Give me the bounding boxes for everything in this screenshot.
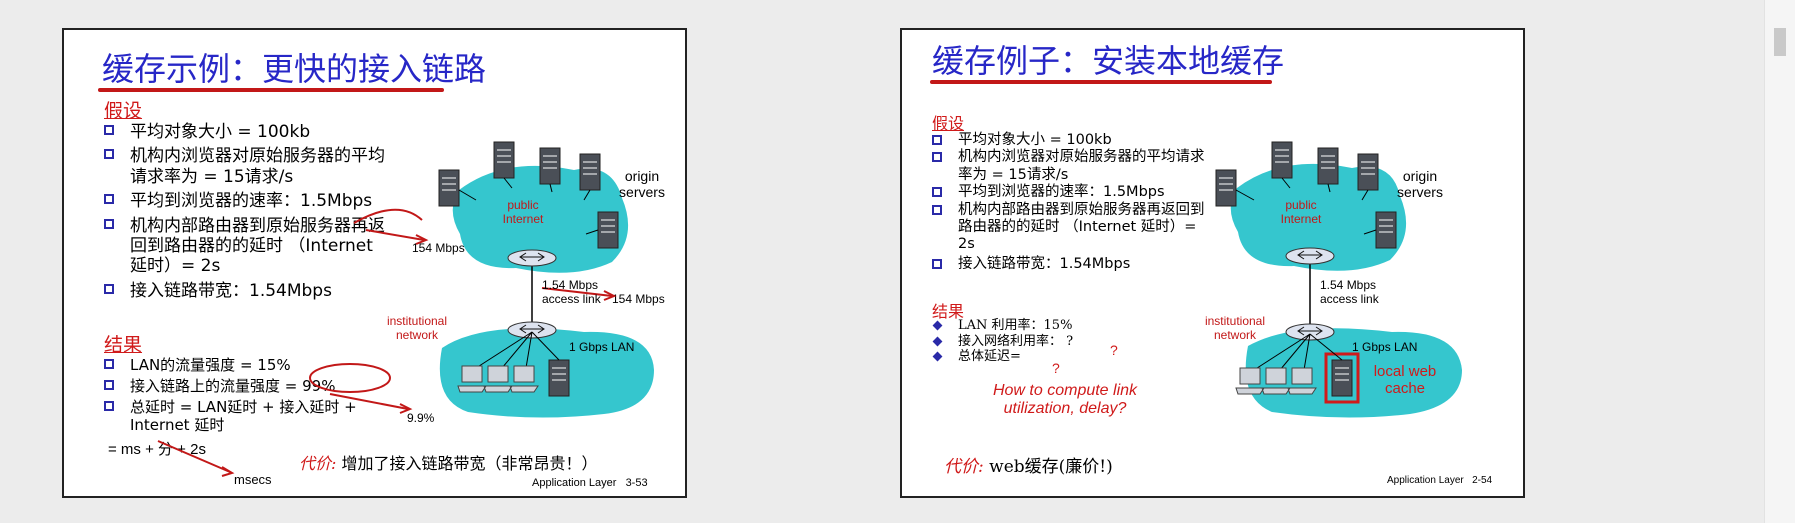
scrollbar-thumb[interactable] (1774, 28, 1786, 56)
router-icon (1285, 247, 1335, 265)
internet-label: public Internet (1280, 198, 1322, 226)
network-diagram (1215, 141, 1462, 418)
vertical-scrollbar[interactable] (1764, 0, 1795, 523)
origin-servers-label: origin servers (1397, 168, 1443, 200)
router-icon (507, 321, 557, 339)
network-diagram (157, 141, 654, 477)
computer-icon (457, 365, 539, 393)
local-web-cache-label: local web cache (1373, 363, 1437, 397)
institutional-network-label: institutional network (386, 314, 448, 342)
slide-2-54: 缓存例子：安装本地缓存 假设 平均对象大小 = 100kb 机构内浏览器对原始服… (900, 28, 1525, 498)
internet-label: public Internet (502, 198, 544, 226)
router-icon (507, 249, 557, 267)
access-link-label: 1.54 Mbps access link (542, 278, 601, 306)
institutional-network-label: institutional network (1204, 314, 1266, 342)
router-icon (1285, 323, 1335, 341)
access-link-label: 1.54 Mbps access link (1320, 278, 1379, 306)
lan-label: 1 Gbps LAN (569, 340, 635, 354)
computer-icon (1235, 367, 1317, 395)
origin-servers-label: origin servers (619, 168, 665, 200)
lan-label: 1 Gbps LAN (1352, 340, 1418, 354)
document-viewer: 缓存示例：更快的接入链路 假设 平均对象大小 = 100kb 机构内浏览器对原始… (0, 0, 1765, 523)
slide-3-53: 缓存示例：更快的接入链路 假设 平均对象大小 = 100kb 机构内浏览器对原始… (62, 28, 687, 498)
